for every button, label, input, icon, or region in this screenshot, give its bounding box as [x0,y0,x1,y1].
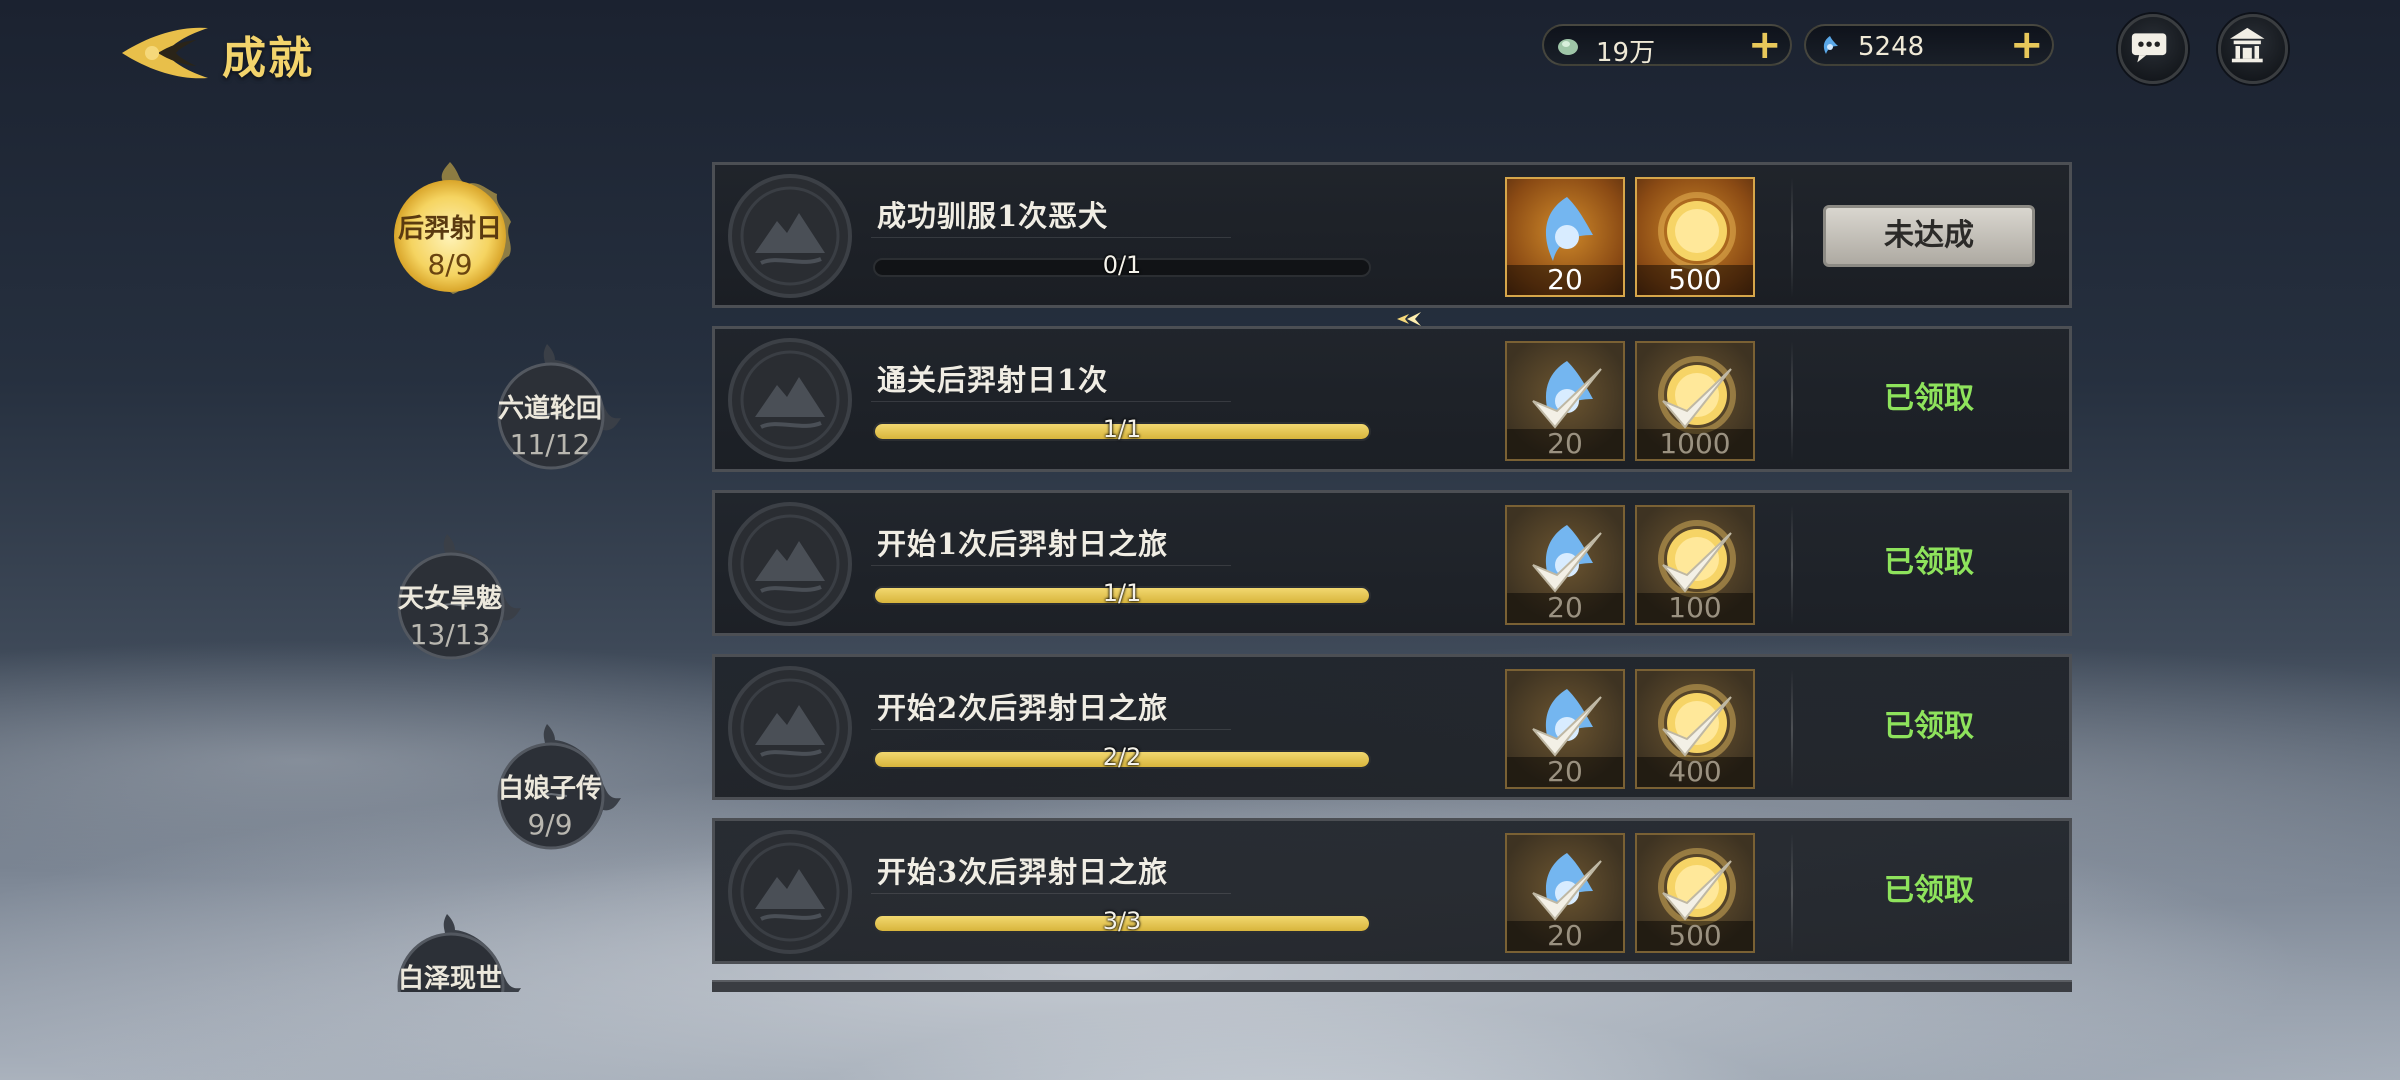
currency-value: 5248 [1858,32,1925,62]
reward-slot[interactable]: 500 [1635,833,1755,953]
list-scroll-edge [712,980,2072,992]
nav-category-name: 后羿射日 [397,214,502,244]
reward-amount: 20 [1507,757,1623,787]
reward-amount: 400 [1637,757,1753,787]
reward-slot[interactable]: 20 [1505,341,1625,461]
check-icon [1662,532,1732,593]
divider [871,565,1231,566]
check-icon [1532,532,1602,593]
nav-category-name: 白泽现世 [397,964,502,992]
divider [1791,177,1793,297]
spirit-gem-icon [1823,36,1838,54]
achievement-row: 开始2次后羿射日之旅 2/2 20 400 已领取 [712,654,2072,800]
achievement-row: 成功驯服1次恶犬 0/1 20 500 未达成 [712,162,2072,308]
currency-jade: 19万 + [1542,24,1792,68]
mountain-emblem-icon [728,830,852,954]
progress-text: 0/1 [1102,251,1142,279]
pavilion-icon [2230,27,2265,63]
reward-slot[interactable]: 20 [1505,177,1625,297]
divider [1791,341,1793,461]
progress-text: 2/2 [1102,743,1142,771]
claimed-label: 已领取 [1884,709,1974,744]
nav-category-name: 天女旱魃 [397,584,502,614]
check-icon [1662,696,1732,757]
divider [1791,505,1793,625]
achievement-title: 成功驯服1次恶犬 [877,199,1109,233]
nav-category-count: 11/12 [509,428,591,461]
achievement-row: 通关后羿射日1次 1/1 20 1000 已领取 [712,326,2072,472]
mountain-emblem-icon [728,338,852,462]
achievement-row: 开始1次后羿射日之旅 1/1 20 100 已领取 [712,490,2072,636]
spirit-gem-icon [1545,197,1593,261]
nav-category-count: 9/9 [527,808,573,841]
page-title: 成就 [222,33,314,84]
check-icon [1532,696,1602,757]
nav-category-name: 六道轮回 [497,394,602,424]
reward-slot[interactable]: 20 [1505,669,1625,789]
claimed-label: 已领取 [1884,545,1974,580]
divider [871,401,1231,402]
currency-value: 19万 [1596,38,1656,68]
check-icon [1662,368,1732,429]
add-jade-button[interactable]: + [1748,25,1782,65]
divider [1791,669,1793,789]
progress-text: 1/1 [1102,415,1142,443]
reward-slot[interactable]: 1000 [1635,341,1755,461]
achievement-title: 开始3次后羿射日之旅 [877,855,1169,889]
gold-coin-icon [1658,192,1736,270]
reward-slot[interactable]: 20 [1505,505,1625,625]
chat-icon [2131,33,2167,63]
nav-category-liudao[interactable]: 六道轮回 11/12 [475,340,625,490]
divider [871,729,1231,730]
check-icon [1532,860,1602,921]
mountain-emblem-icon [728,666,852,790]
reward-amount: 20 [1507,429,1623,459]
mountain-emblem-icon [728,502,852,626]
chat-button[interactable] [2118,14,2188,84]
reward-slot[interactable]: 100 [1635,505,1755,625]
reward-slot[interactable]: 20 [1505,833,1625,953]
claimed-label: 已领取 [1884,381,1974,416]
check-icon [1532,368,1602,429]
reward-amount: 20 [1507,593,1623,623]
mountain-emblem-icon [728,174,852,298]
progress-text: 3/3 [1102,907,1142,935]
achievement-title: 开始1次后羿射日之旅 [877,527,1169,561]
not-achieved-button[interactable]: 未达成 [1823,205,2035,267]
divider [871,237,1231,238]
reward-amount: 500 [1637,265,1753,295]
back-icon[interactable] [112,20,212,86]
nav-category-count: 8/9 [427,248,473,281]
nav-category-count: 13/13 [409,618,491,651]
achievement-row: 开始3次后羿射日之旅 3/3 20 500 已领取 [712,818,2072,964]
jade-icon [1558,39,1578,55]
claimed-label: 已领取 [1884,873,1974,908]
reward-amount: 1000 [1637,429,1753,459]
divider [871,893,1231,894]
sparkle-icon [1397,312,1421,326]
reward-amount: 20 [1507,265,1623,295]
check-icon [1662,860,1732,921]
divider [1791,833,1793,953]
nav-category-bainiangzi[interactable]: 白娘子传 9/9 [475,720,625,870]
achievement-title: 通关后羿射日1次 [877,363,1109,397]
progress-text: 1/1 [1102,579,1142,607]
add-gem-button[interactable]: + [2010,25,2044,65]
reward-amount: 20 [1507,921,1623,951]
reward-amount: 500 [1637,921,1753,951]
reward-amount: 100 [1637,593,1753,623]
nav-category-baize[interactable]: 白泽现世 [375,910,525,992]
currency-gem: 5248 + [1804,24,2054,66]
nav-category-name: 白娘子传 [497,774,602,804]
achievement-title: 开始2次后羿射日之旅 [877,691,1169,725]
pavilion-button[interactable] [2218,14,2288,84]
reward-slot[interactable]: 400 [1635,669,1755,789]
nav-category-houyi[interactable]: 后羿射日 8/9 [375,160,525,310]
reward-slot[interactable]: 500 [1635,177,1755,297]
nav-category-tiannv[interactable]: 天女旱魃 13/13 [375,530,525,680]
